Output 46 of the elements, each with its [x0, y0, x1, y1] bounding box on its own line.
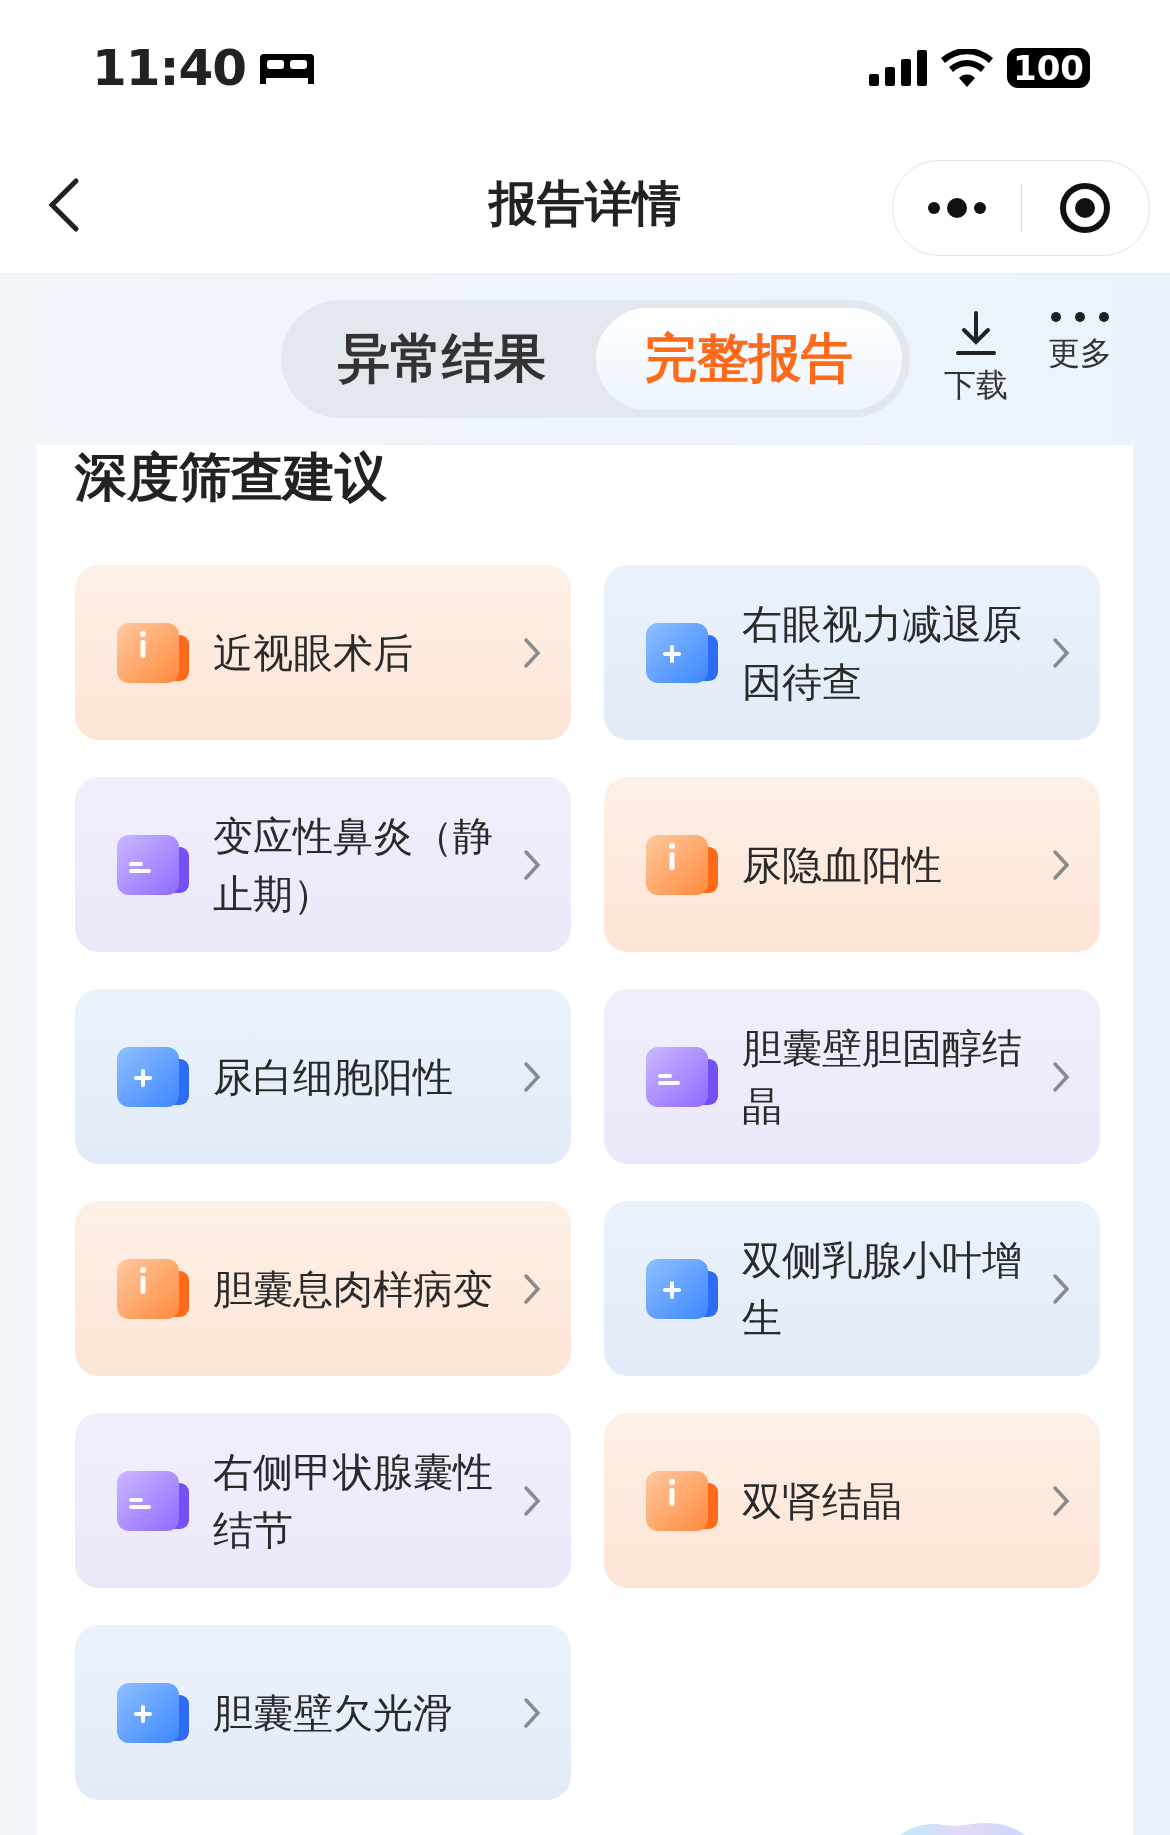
doc-icon [644, 1044, 720, 1109]
doc-icon [115, 1468, 191, 1533]
chevron-icon [523, 848, 541, 881]
chevron-icon [523, 1060, 541, 1093]
more-icon[interactable] [925, 195, 988, 221]
chevron-icon [1052, 636, 1070, 669]
chevron-icon [523, 1484, 541, 1517]
tab[interactable]: 异常结果 [289, 308, 596, 410]
suggestion-item[interactable]: 右侧甲状腺囊性结节 [75, 1413, 571, 1588]
chevron-icon [523, 1696, 541, 1729]
close-icon[interactable] [1058, 181, 1113, 235]
section-title: 深度筛查建议 [75, 446, 388, 509]
doc-icon [115, 832, 191, 897]
info-icon [115, 620, 191, 685]
chevron-icon [523, 636, 541, 669]
info-icon [644, 1468, 720, 1533]
chevron-icon [1052, 848, 1070, 881]
plus-icon [115, 1044, 191, 1109]
suggestion-item[interactable]: 双侧乳腺小叶增生 [604, 1201, 1100, 1376]
chevron-icon [523, 1272, 541, 1305]
download-icon [954, 310, 998, 356]
suggestion-item[interactable]: 变应性鼻炎（静止期） [75, 777, 571, 952]
more-button[interactable]: 更多 [1048, 310, 1112, 408]
page-title: 报告详情 [489, 175, 681, 231]
info-icon [644, 832, 720, 897]
chevron-icon [1052, 1484, 1070, 1517]
suggestion-item[interactable]: 近视眼术后 [75, 565, 571, 740]
suggestion-item[interactable]: 右眼视力减退原因待查 [604, 565, 1100, 740]
download-button[interactable]: 下载 [944, 310, 1008, 408]
suggestion-item[interactable]: 胆囊壁欠光滑 [75, 1625, 571, 1800]
info-icon [115, 1256, 191, 1321]
battery-indicator: 100 [1007, 47, 1090, 88]
chevron-icon [1052, 1272, 1070, 1305]
more-icon [1049, 310, 1111, 324]
plus-icon [644, 620, 720, 685]
suggestion-item[interactable]: 双肾结晶 [604, 1413, 1100, 1588]
chevron-icon [1052, 1060, 1070, 1093]
signal-icon [869, 49, 927, 86]
suggestion-item[interactable]: 胆囊息肉样病变 [75, 1201, 571, 1376]
status-time: 11:40 [92, 38, 247, 97]
suggestion-item[interactable]: 胆囊壁胆固醇结晶 [604, 989, 1100, 1164]
wifi-icon [941, 48, 993, 87]
plus-icon [644, 1256, 720, 1321]
suggestion-item[interactable]: 尿白细胞阳性 [75, 989, 571, 1164]
plus-icon [115, 1680, 191, 1745]
suggestion-item[interactable]: 尿隐血阳性 [604, 777, 1100, 952]
